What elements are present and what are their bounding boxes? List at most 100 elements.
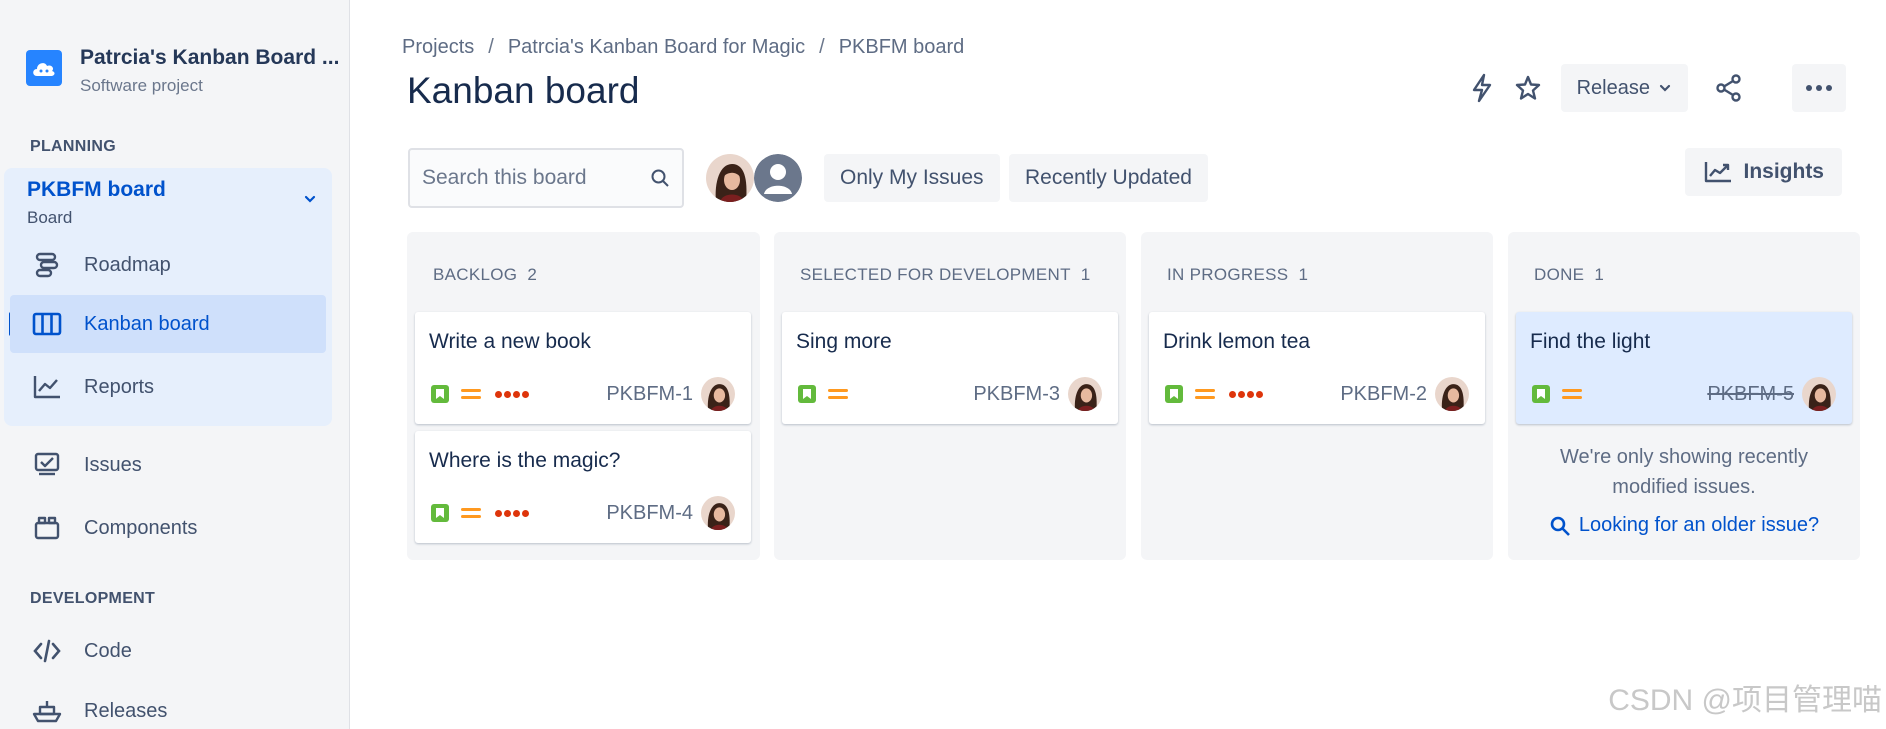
share-button[interactable] xyxy=(1706,65,1752,111)
sidebar-item-label: Code xyxy=(84,639,132,662)
column-header: BACKLOG 2 xyxy=(433,265,538,284)
done-column-note: We're only showing recently modified iss… xyxy=(1559,446,1808,498)
roadmap-icon xyxy=(30,248,64,282)
card-title: Sing more xyxy=(796,330,892,353)
automation-button[interactable] xyxy=(1459,65,1505,111)
story-icon xyxy=(431,385,449,403)
breadcrumb-projects[interactable]: Projects xyxy=(402,36,474,59)
star-icon xyxy=(1515,75,1540,100)
filter-only-my-issues[interactable]: Only My Issues xyxy=(824,154,1000,202)
issue-key[interactable]: PKBFM-1 xyxy=(606,383,693,406)
issues-icon xyxy=(30,448,64,482)
story-icon xyxy=(1165,385,1183,403)
issue-card[interactable]: Where is the magic? PKBFM-4 xyxy=(415,431,751,543)
more-actions-button[interactable] xyxy=(1792,64,1846,112)
more-icon xyxy=(1806,85,1832,91)
labels-dots-icon xyxy=(1229,390,1263,398)
sidebar-item-label: Kanban board xyxy=(84,312,210,335)
story-icon xyxy=(798,385,816,403)
share-icon xyxy=(1716,74,1741,102)
assignee-avatar[interactable] xyxy=(1435,377,1469,411)
board-selector-subtitle: Board xyxy=(27,208,73,227)
search-icon xyxy=(1550,516,1570,536)
sidebar-item-label: Roadmap xyxy=(84,253,171,276)
search-input[interactable] xyxy=(422,166,632,190)
breadcrumb-separator: / xyxy=(488,36,494,58)
lightning-icon xyxy=(1472,73,1491,103)
header-actions: Release xyxy=(1459,64,1846,112)
column-selected-for-development: SELECTED FOR DEVELOPMENT 1 Sing more PKB… xyxy=(774,232,1126,560)
sidebar-item-issues[interactable]: Issues xyxy=(10,436,326,494)
project-type: Software project xyxy=(80,76,203,95)
older-issue-link[interactable]: Looking for an older issue? xyxy=(1508,514,1860,537)
card-title: Where is the magic? xyxy=(429,449,621,472)
priority-medium-icon xyxy=(1195,385,1215,403)
sidebar-item-label: Issues xyxy=(84,453,142,476)
issue-key[interactable]: PKBFM-3 xyxy=(973,383,1060,406)
sidebar-item-label: Reports xyxy=(84,375,155,398)
issue-card[interactable]: Sing more PKBFM-3 xyxy=(782,312,1118,424)
insights-label: Insights xyxy=(1743,160,1824,183)
breadcrumb-project[interactable]: Patrcia's Kanban Board for Magic xyxy=(508,36,805,59)
card-title: Write a new book xyxy=(429,330,591,353)
priority-medium-icon xyxy=(828,385,848,403)
sidebar-item-code[interactable]: Code xyxy=(10,622,326,680)
user-avatar[interactable] xyxy=(706,154,754,202)
breadcrumb-separator: / xyxy=(819,36,825,58)
project-header[interactable]: Patrcia's Kanban Board ... Software proj… xyxy=(26,46,339,96)
card-title: Find the light xyxy=(1530,330,1651,353)
issue-key[interactable]: PKBFM-5 xyxy=(1707,383,1794,406)
issue-card[interactable]: Find the light PKBFM-5 xyxy=(1516,312,1852,424)
board-selector[interactable]: PKBFM board Board xyxy=(27,178,317,228)
project-logo xyxy=(26,50,62,86)
chevron-down-icon xyxy=(1659,84,1671,92)
watermark: CSDN @项目管理喵 xyxy=(1608,684,1882,717)
planning-label: PLANNING xyxy=(30,138,116,155)
assignee-avatar[interactable] xyxy=(1802,377,1836,411)
assignee-avatar[interactable] xyxy=(701,496,735,530)
breadcrumb-board[interactable]: PKBFM board xyxy=(839,36,965,59)
labels-dots-icon xyxy=(495,390,529,398)
sidebar-item-kanban-board[interactable]: Kanban board xyxy=(10,295,326,353)
insights-button[interactable]: Insights xyxy=(1685,148,1842,196)
release-dropdown[interactable]: Release xyxy=(1560,64,1688,112)
page-title: Kanban board xyxy=(407,70,640,111)
filter-recently-updated[interactable]: Recently Updated xyxy=(1009,154,1208,202)
column-header: DONE 1 xyxy=(1534,265,1605,284)
column-header: IN PROGRESS 1 xyxy=(1167,265,1309,284)
components-icon xyxy=(30,511,64,545)
releases-icon xyxy=(30,694,64,728)
chevron-down-icon xyxy=(304,195,316,203)
assignee-avatar[interactable] xyxy=(701,377,735,411)
priority-medium-icon xyxy=(1562,385,1582,403)
sidebar-item-roadmap[interactable]: Roadmap xyxy=(10,236,326,294)
board-search[interactable] xyxy=(408,148,684,208)
older-issue-label: Looking for an older issue? xyxy=(1578,514,1820,536)
code-icon xyxy=(30,634,64,668)
board-icon xyxy=(30,307,64,341)
insights-icon xyxy=(1705,162,1732,183)
release-label: Release xyxy=(1576,76,1650,99)
sidebar-item-reports[interactable]: Reports xyxy=(10,358,326,416)
unassigned-avatar[interactable] xyxy=(754,154,802,202)
sidebar: Patrcia's Kanban Board ... Software proj… xyxy=(0,0,350,729)
issue-card[interactable]: Drink lemon tea PKBFM-2 xyxy=(1149,312,1485,424)
priority-medium-icon xyxy=(461,385,481,403)
sidebar-item-label: Releases xyxy=(84,699,168,722)
project-name: Patrcia's Kanban Board ... xyxy=(80,46,340,69)
sidebar-item-releases[interactable]: Releases xyxy=(10,682,326,729)
labels-dots-icon xyxy=(495,509,529,517)
assignee-avatar[interactable] xyxy=(1068,377,1102,411)
star-button[interactable] xyxy=(1505,65,1551,111)
sidebar-item-components[interactable]: Components xyxy=(10,499,326,557)
issue-key[interactable]: PKBFM-4 xyxy=(606,502,693,525)
reports-icon xyxy=(30,370,64,404)
issue-card[interactable]: Write a new book PKBFM-1 xyxy=(415,312,751,424)
card-title: Drink lemon tea xyxy=(1163,330,1311,353)
board-selector-title: PKBFM board xyxy=(27,178,166,201)
search-icon xyxy=(651,169,669,187)
issue-key[interactable]: PKBFM-2 xyxy=(1340,383,1427,406)
breadcrumb: Projects / Patrcia's Kanban Board for Ma… xyxy=(402,36,964,59)
column-in-progress: IN PROGRESS 1 Drink lemon tea PKBFM-2 xyxy=(1141,232,1493,560)
sidebar-item-label: Components xyxy=(84,516,198,539)
